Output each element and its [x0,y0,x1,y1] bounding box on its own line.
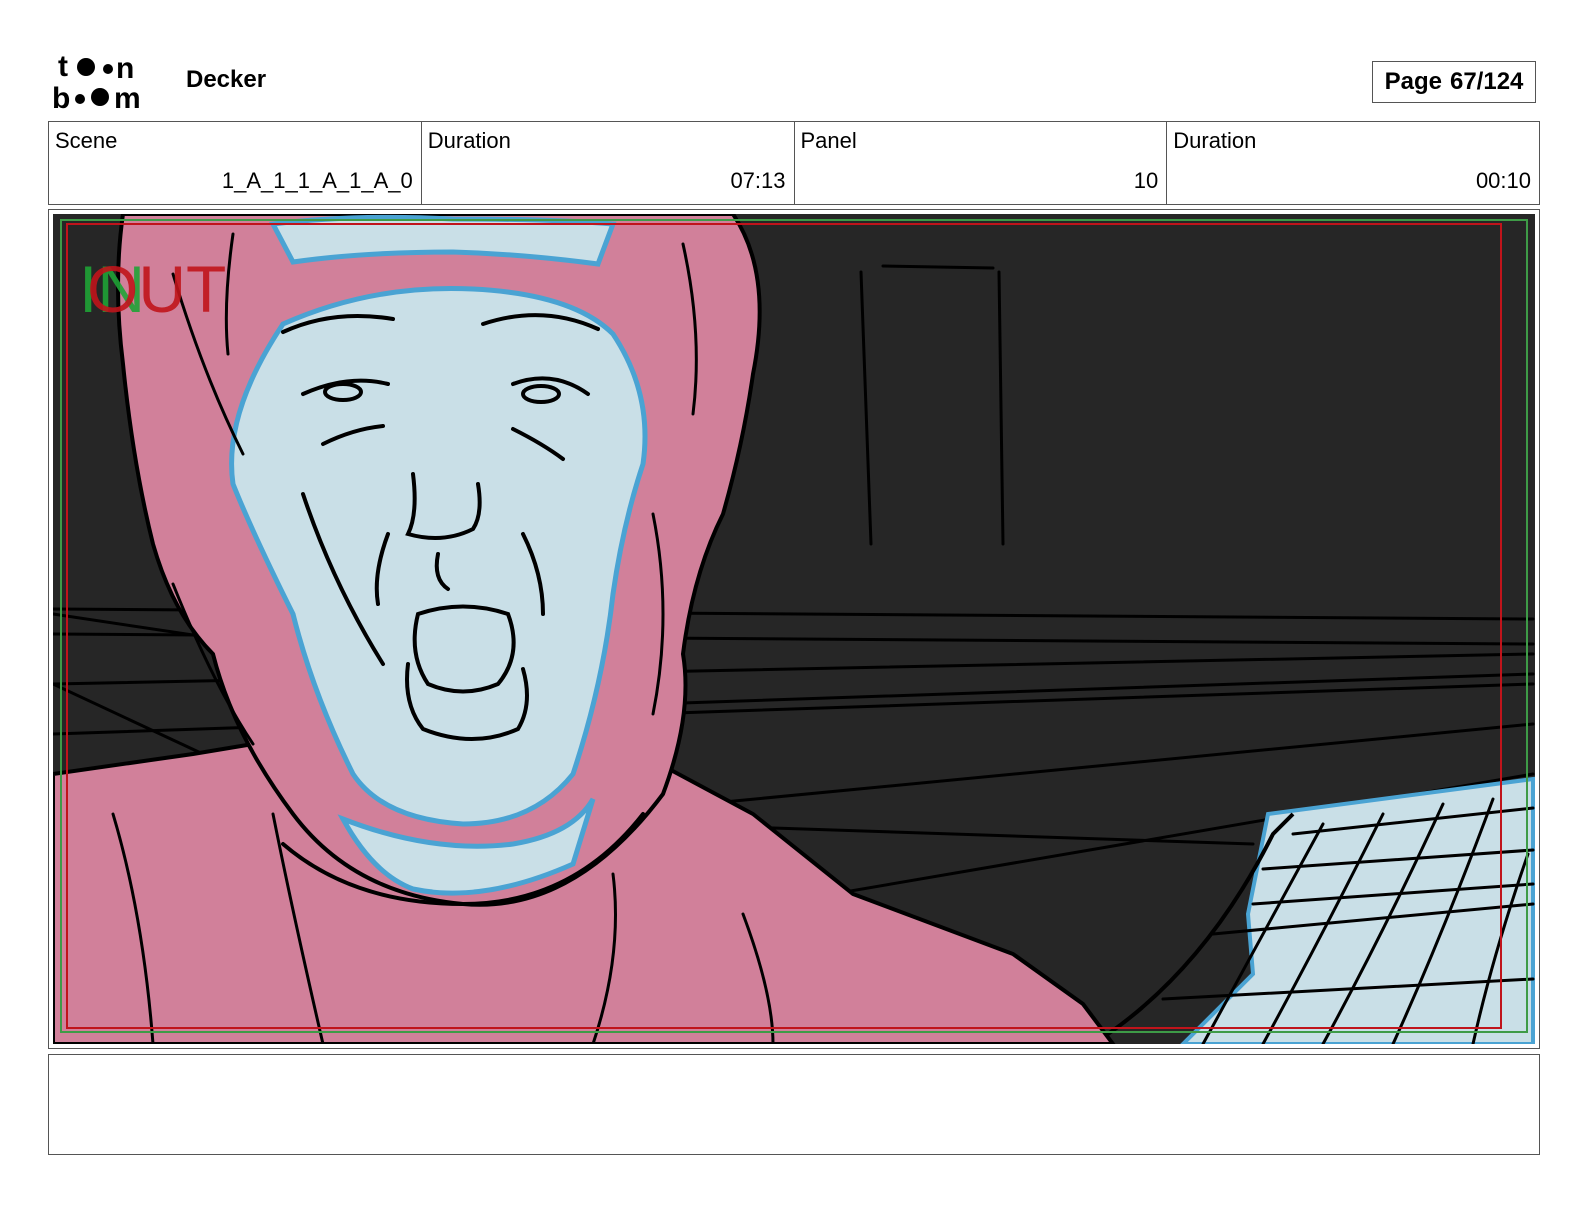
scene-cell: Scene 1_A_1_1_A_1_A_0 [49,122,422,204]
scene-duration-label: Duration [427,128,511,153]
panel-duration-label: Duration [1173,128,1257,153]
svg-text:m: m [114,82,141,112]
svg-text:b: b [52,82,70,112]
scene-label: Scene [55,128,118,153]
page-number: 67/124 [1449,68,1524,95]
panel-value: 10 [1133,168,1159,193]
scene-duration-value: 07:13 [730,168,786,193]
panel-frame: IN OUT [48,209,1540,1049]
panel-duration-cell: Duration 00:10 [1167,122,1539,204]
panel-notes-box [48,1054,1540,1155]
scene-duration-cell: Duration 07:13 [422,122,795,204]
panel-drawing: IN OUT [53,214,1535,1044]
out-marker: OUT [87,252,226,326]
panel-cell: Panel 10 [795,122,1168,204]
panel-duration-value: 00:10 [1475,168,1531,193]
panel-info-table: Scene 1_A_1_1_A_1_A_0 Duration 07:13 Pan… [48,121,1540,205]
scene-value: 1_A_1_1_A_1_A_0 [221,168,413,193]
page-indicator: Page 67/124 [1372,61,1536,103]
project-title: Decker [186,66,267,93]
svg-text:t: t [58,50,68,83]
panel-notes-text [49,1055,1539,1071]
logo-bottom-row: b m [52,82,141,112]
svg-text:n: n [116,52,134,85]
panel-label: Panel [800,128,857,153]
logo-top-row: t n [58,50,134,85]
toonboom-logo: t n b m [52,50,141,112]
page-label: Page [1384,68,1442,95]
